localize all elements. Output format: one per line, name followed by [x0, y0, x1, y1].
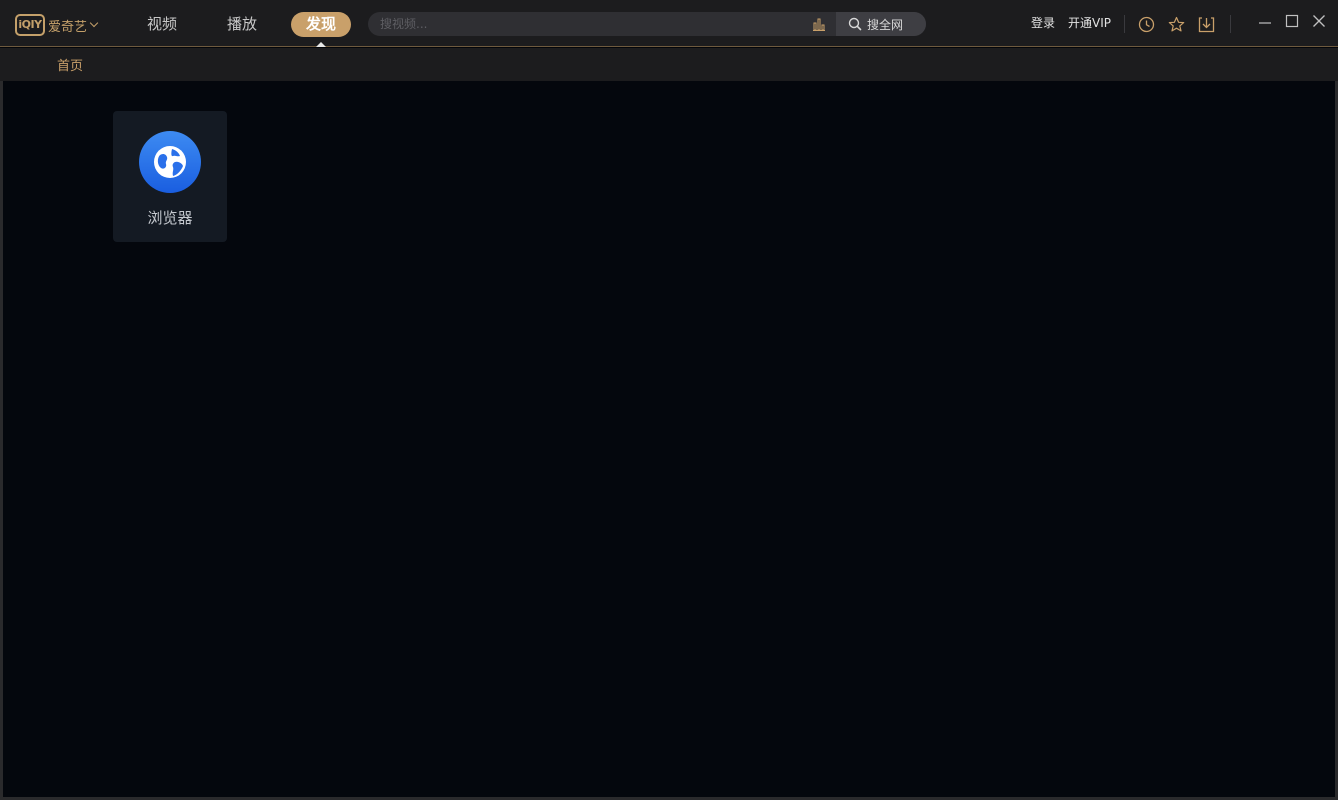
history-clock-icon[interactable] — [1138, 16, 1155, 33]
divider — [1124, 15, 1125, 33]
vip-link[interactable]: 开通VIP — [1068, 15, 1111, 31]
favorite-star-icon[interactable] — [1168, 16, 1185, 33]
search-bar: 搜全网 — [368, 12, 926, 36]
chart-bars-icon[interactable] — [812, 17, 826, 31]
app-logo[interactable]: iQIY 爱奇艺 — [15, 13, 99, 37]
close-icon[interactable] — [1312, 14, 1326, 28]
app-window: iQIY 爱奇艺 视频 播放 发现 搜全网 登录 — [0, 0, 1338, 800]
sub-nav: 首页 — [0, 48, 1338, 81]
subnav-item-home[interactable]: 首页 — [57, 55, 83, 74]
logo-text: 爱奇艺 — [48, 19, 88, 35]
title-bar: iQIY 爱奇艺 视频 播放 发现 搜全网 登录 — [0, 0, 1338, 47]
divider — [1230, 15, 1231, 33]
globe-icon — [139, 131, 201, 193]
chevron-down-icon[interactable] — [89, 18, 99, 28]
main-content: 浏览器 — [3, 81, 1335, 797]
tab-video[interactable]: 视频 — [145, 12, 179, 37]
search-all-button[interactable]: 搜全网 — [836, 12, 926, 36]
maximize-icon[interactable] — [1285, 14, 1299, 28]
tab-play[interactable]: 播放 — [225, 12, 259, 37]
search-input[interactable] — [380, 12, 800, 36]
download-icon[interactable] — [1198, 16, 1215, 33]
login-link[interactable]: 登录 — [1031, 15, 1055, 31]
active-tab-pointer — [316, 42, 326, 47]
search-all-label: 搜全网 — [867, 17, 904, 32]
tab-discover[interactable]: 发现 — [291, 12, 351, 37]
app-tile-browser[interactable]: 浏览器 — [113, 111, 227, 242]
app-tile-label: 浏览器 — [147, 209, 193, 227]
minimize-icon[interactable] — [1258, 14, 1272, 28]
iqiyi-logo-icon: iQIY — [15, 14, 45, 36]
search-icon — [848, 17, 862, 31]
